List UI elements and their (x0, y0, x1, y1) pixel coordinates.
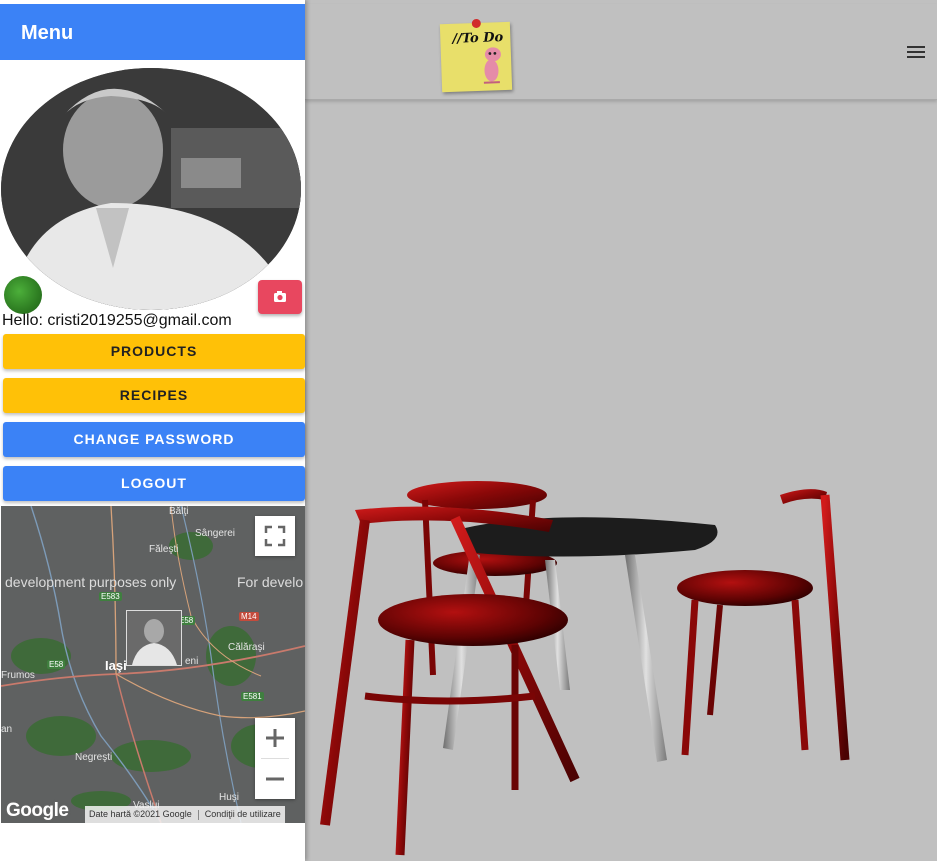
map-watermark: development purposes only (5, 574, 177, 590)
pink-panther-icon (483, 47, 501, 84)
mini-avatar[interactable] (4, 276, 42, 314)
pushpin-icon (471, 18, 481, 29)
road-badge: E58 (47, 660, 66, 669)
main-content: //To Do (305, 0, 937, 861)
city-label: Negreşti (75, 752, 113, 763)
road-badge: E581 (241, 692, 264, 701)
city-label: Călăraşi (228, 642, 265, 653)
zoom-out-button[interactable] (255, 759, 295, 799)
city-label: Sângerei (195, 528, 236, 539)
plus-icon (266, 729, 284, 747)
3d-furniture-scene[interactable] (305, 100, 937, 861)
greeting-text: Hello: cristi2019255@gmail.com (2, 312, 232, 329)
todo-logo[interactable]: //To Do (439, 18, 513, 93)
zoom-controls (255, 718, 295, 799)
menu-header: Menu (0, 4, 305, 60)
menu-title: Menu (21, 22, 74, 44)
fullscreen-icon (264, 525, 286, 547)
minus-icon (266, 777, 284, 781)
map-data-credit: Date hartă ©2021 Google (89, 809, 192, 819)
zoom-in-button[interactable] (255, 718, 295, 758)
change-password-button[interactable]: CHANGE PASSWORD (3, 422, 305, 457)
profile-photo (1, 68, 301, 310)
city-label: Frumos (1, 670, 35, 681)
city-label: an (1, 724, 13, 735)
logout-button[interactable]: LOGOUT (3, 466, 305, 501)
recipes-button[interactable]: RECIPES (3, 378, 305, 413)
city-label: eni (185, 656, 199, 667)
map-attribution: Date hartă ©2021 Google Condiţii de utili… (85, 806, 285, 823)
top-app-bar: //To Do (305, 4, 937, 100)
map-user-marker[interactable] (126, 610, 182, 666)
camera-icon (274, 291, 286, 302)
terms-link[interactable]: Condiţii de utilizare (205, 809, 281, 819)
map-watermark: For develo (237, 574, 304, 590)
city-label: Făleşti (149, 544, 179, 555)
camera-button[interactable] (258, 280, 302, 314)
road-badge: M14 (239, 612, 259, 621)
side-menu: Menu Hello: cristi2019255@gmail.com PROD… (0, 0, 305, 861)
city-label: Bălţi (169, 506, 189, 517)
google-map[interactable]: development purposes only For develo Băl… (1, 506, 305, 823)
city-label: Iaşi (105, 658, 127, 673)
city-label: Huşi (219, 792, 240, 803)
hamburger-menu-icon[interactable] (907, 46, 925, 60)
google-logo[interactable]: Google (6, 800, 69, 822)
fullscreen-button[interactable] (255, 516, 295, 556)
products-button[interactable]: PRODUCTS (3, 334, 305, 369)
road-badge: E583 (99, 592, 122, 601)
